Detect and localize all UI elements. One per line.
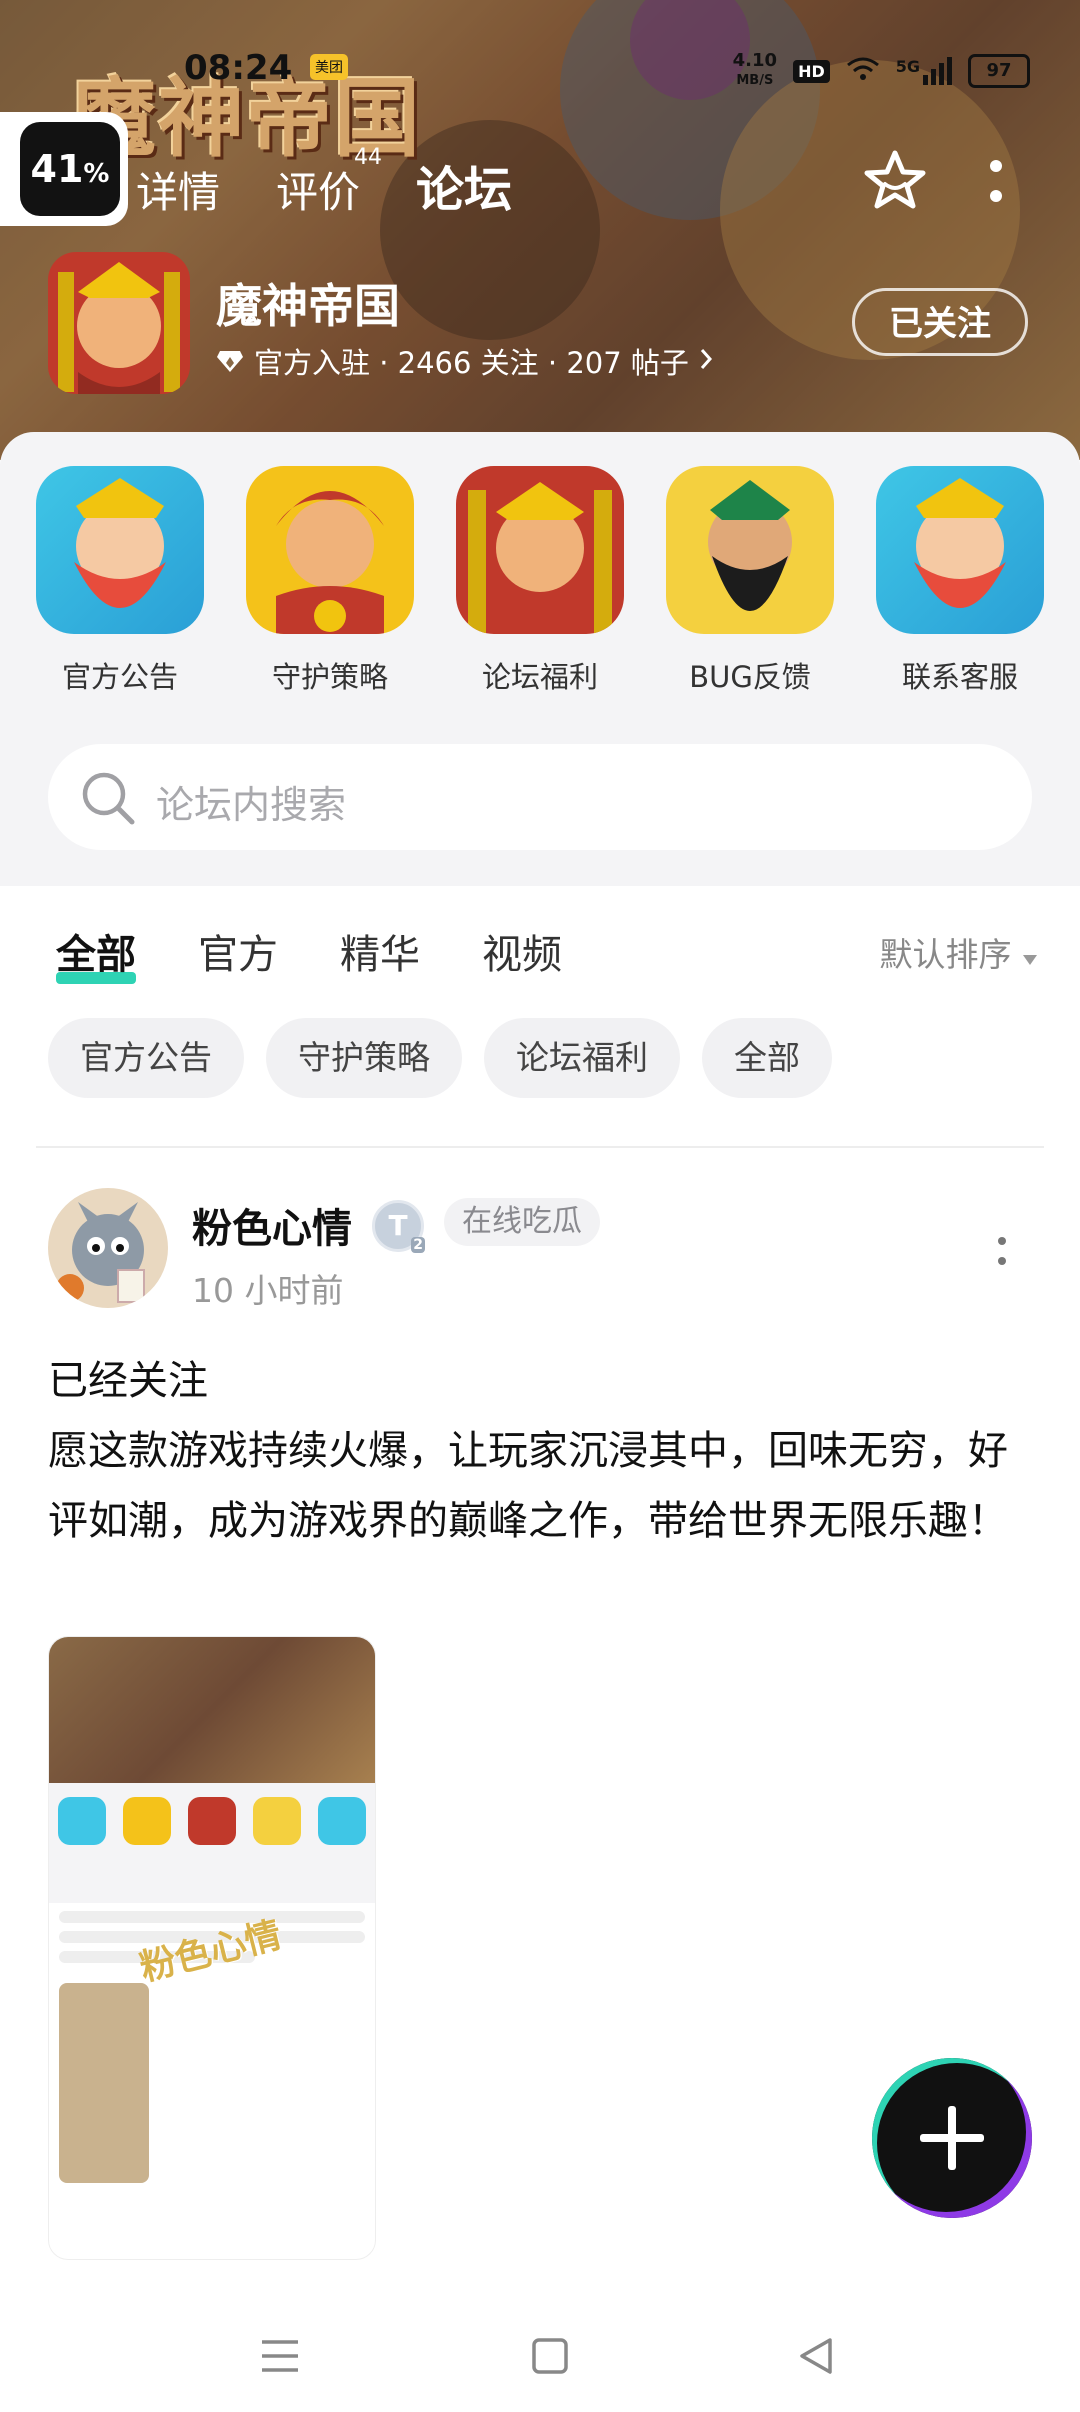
category-grid: 官方公告 守护策略 论坛福利 BUG反馈 联系客服 (35, 466, 1045, 696)
post-author[interactable]: 粉色心情 (192, 1196, 352, 1254)
status-bar: 08:24 美团 4.10 MB/S HD 5G 97 (0, 48, 1080, 94)
wifi-icon (846, 56, 880, 87)
hd-badge: HD (793, 59, 830, 83)
back-triangle-icon (800, 2338, 832, 2374)
sort-dropdown[interactable]: 默认排序 (880, 928, 1039, 976)
more-dots-icon (990, 160, 1002, 202)
divider (36, 1146, 1044, 1148)
post-text-line2: 愿这款游戏持续火爆，让玩家沉浸其中，回味无穷，好评如潮，成为游戏界的巅峰之作，带… (48, 1428, 1008, 1544)
home-nav-button[interactable] (526, 2332, 574, 2380)
tab-details[interactable]: 详情 (136, 159, 220, 220)
chip-forum-welfare[interactable]: 论坛福利 (484, 1018, 680, 1098)
follow-button[interactable]: 已关注 (852, 288, 1028, 356)
tab-forum[interactable]: 论坛 (416, 150, 512, 220)
forum-search-input[interactable]: 论坛内搜索 (48, 744, 1032, 850)
post-body[interactable]: 已经关注 愿这款游戏持续火爆，让玩家沉浸其中，回味无穷，好评如潮，成为游戏界的巅… (48, 1346, 1038, 1556)
system-nav-bar (0, 2292, 1080, 2412)
menu-icon (262, 2340, 298, 2372)
more-dots-icon (998, 1237, 1006, 1265)
status-app-badge: 美团 (310, 54, 348, 80)
more-menu-button[interactable] (988, 158, 1004, 206)
chip-official-notice[interactable]: 官方公告 (48, 1018, 244, 1098)
category-bug-report[interactable]: BUG反馈 (665, 466, 835, 696)
tab-featured[interactable]: 精华 (340, 922, 420, 980)
tab-video[interactable]: 视频 (482, 922, 562, 980)
star-icon (864, 150, 926, 209)
net-speed: 4.10 MB/S (732, 50, 778, 89)
black-beard-general-icon (666, 466, 834, 634)
category-forum-welfare[interactable]: 论坛福利 (455, 466, 625, 696)
level-badge: T2 (372, 1200, 425, 1253)
home-square-icon (532, 2338, 568, 2374)
post-text-line1: 已经关注 (48, 1358, 208, 1404)
create-post-button[interactable] (872, 2058, 1032, 2218)
bearded-king-icon (36, 466, 204, 634)
category-official-notice[interactable]: 官方公告 (35, 466, 205, 696)
thumb-header (49, 1637, 375, 1783)
post-more-button[interactable] (996, 1236, 1008, 1266)
chip-all[interactable]: 全部 (702, 1018, 832, 1098)
chip-guard-strategy[interactable]: 守护策略 (266, 1018, 462, 1098)
tab-reviews[interactable]: 评价 44 (276, 145, 382, 220)
reviews-count-badge: 44 (354, 145, 383, 170)
floating-percent-widget[interactable]: 41% (0, 112, 128, 226)
search-icon (82, 772, 135, 825)
avatar[interactable] (48, 1188, 168, 1308)
tab-all[interactable]: 全部 (56, 922, 136, 984)
diamond-icon (217, 351, 243, 372)
favorite-star-button[interactable] (862, 148, 928, 214)
game-icon[interactable] (48, 252, 190, 394)
menu-nav-button[interactable] (256, 2332, 304, 2380)
back-nav-button[interactable] (792, 2332, 840, 2380)
tab-official[interactable]: 官方 (198, 922, 278, 980)
signal-icon: 5G (896, 57, 952, 85)
category-customer-service[interactable]: 联系客服 (875, 466, 1045, 696)
status-time: 08:24 (184, 48, 293, 88)
red-demon-icon (246, 466, 414, 634)
category-guard-strategy[interactable]: 守护策略 (245, 466, 415, 696)
search-placeholder: 论坛内搜索 (156, 783, 347, 827)
chevron-right-icon (699, 344, 713, 378)
thumb-categories (49, 1783, 375, 1903)
post-time: 10 小时前 (192, 1271, 344, 1310)
golden-warrior-icon (456, 466, 624, 634)
filter-chips: 官方公告 守护策略 论坛福利 全部 (48, 1018, 832, 1098)
plus-icon (920, 2106, 984, 2170)
game-name: 魔神帝国 (216, 279, 400, 333)
feed-tabs: 全部 官方 精华 视频 (56, 922, 562, 984)
user-title-tag: 在线吃瓜 (444, 1198, 600, 1246)
bearded-king-icon (876, 466, 1044, 634)
caret-down-icon (1022, 935, 1038, 974)
top-tabs: 详情 评价 44 论坛 (136, 145, 512, 220)
game-meta[interactable]: 官方入驻 · 2466 关注 · 207 帖子 (216, 340, 713, 382)
battery-icon: 97 (968, 54, 1030, 88)
